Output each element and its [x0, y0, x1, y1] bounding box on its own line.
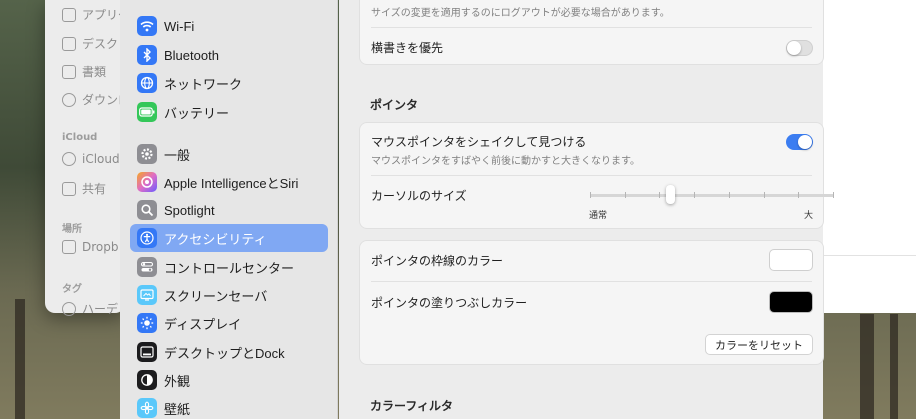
finder-section-header: タグ: [62, 284, 82, 295]
slider-tick: [590, 192, 591, 198]
shake-to-locate-label: マウスポインタをシェイクして見つける: [371, 135, 587, 149]
finder-sidebar-item[interactable]: 書類: [62, 63, 106, 80]
desktop-tree: [890, 314, 898, 419]
finder-window: アプリケ デスクト 書類 ダウンロ iCloud iCloud 共有 場所 Dr…: [45, 0, 130, 316]
outline-color-well[interactable]: [769, 249, 813, 271]
magnifier-icon: [137, 200, 157, 220]
slider-tick: [659, 192, 661, 198]
divider: [371, 27, 812, 28]
accessibility-pane: サイズの変更を適用するのにログアウトが必要な場合があります。 横書きを優先 ポイ…: [339, 0, 834, 419]
slider-tick: [728, 192, 730, 198]
sidebar-item-accessibility[interactable]: アクセシビリティ: [130, 224, 328, 252]
sidebar-item-wallpaper[interactable]: 壁紙: [130, 394, 328, 419]
prefer-horizontal-label: 横書きを優先: [371, 41, 444, 55]
screensaver-icon: [137, 285, 157, 305]
fill-color-label: ポインタの塗りつぶしカラー: [371, 296, 528, 310]
sidebar-item-desktop-dock[interactable]: デスクトップとDock: [130, 338, 328, 366]
finder-sidebar-item[interactable]: Dropb: [62, 240, 119, 254]
sidebar-item-network[interactable]: ネットワーク: [130, 69, 328, 97]
cloud-icon: [62, 152, 76, 166]
pointer-section-title: ポインタ: [370, 98, 419, 112]
divider: [823, 255, 916, 256]
accessibility-icon: [137, 228, 157, 248]
finder-section-header: 場所: [62, 224, 82, 235]
battery-icon: [137, 102, 157, 122]
color-filter-section-title: カラーフィルタ: [370, 399, 454, 413]
background-window: [823, 0, 916, 313]
sidebar-item-spotlight[interactable]: Spotlight: [130, 196, 328, 224]
tag-icon: [62, 301, 76, 316]
sidebar-item-wifi[interactable]: Wi-Fi: [130, 12, 328, 40]
text-settings-card: サイズの変更を適用するのにログアウトが必要な場合があります。 横書きを優先: [359, 0, 824, 65]
sidebar-item-appearance[interactable]: 外観: [130, 366, 328, 394]
pointer-card: マウスポインタをシェイクして見つける マウスポインタをすばやく前後に動かすと大き…: [359, 122, 834, 229]
shake-to-locate-description: マウスポインタをすばやく前後に動かすと大きくなります。: [371, 156, 640, 167]
finder-sidebar-item[interactable]: ハーデ: [62, 300, 118, 317]
gear-icon: [137, 144, 157, 164]
wallpaper-icon: [137, 398, 157, 418]
finder-sidebar-item[interactable]: 共有: [62, 180, 106, 197]
cursor-size-slider-knob[interactable]: [666, 185, 676, 204]
slider-max-label: 大: [803, 210, 813, 220]
prefer-horizontal-toggle[interactable]: [786, 40, 813, 56]
desktop-tree: [15, 299, 25, 419]
finder-section-header: iCloud: [62, 132, 98, 143]
shake-to-locate-toggle[interactable]: [786, 134, 813, 150]
siri-icon: [137, 172, 157, 192]
shared-folder-icon: [62, 181, 76, 196]
sidebar-item-battery[interactable]: バッテリー: [130, 98, 328, 126]
fill-color-well[interactable]: [769, 291, 813, 313]
sidebar-item-apple-intelligence[interactable]: Apple IntelligenceとSiri: [130, 168, 328, 196]
slider-tick: [694, 192, 696, 198]
sidebar-item-screensaver[interactable]: スクリーンセーバ: [130, 281, 328, 309]
finder-sidebar-item[interactable]: iCloud: [62, 152, 120, 166]
wifi-icon: [137, 16, 157, 36]
desktop-tree: [860, 314, 874, 419]
desktop-icon: [62, 36, 76, 51]
control-center-icon: [137, 257, 157, 277]
bluetooth-icon: [137, 45, 157, 65]
reset-color-button[interactable]: カラーをリセット: [705, 334, 813, 355]
dropbox-icon: [62, 240, 76, 254]
slider-tick: [763, 192, 765, 198]
outline-color-label: ポインタの枠線のカラー: [371, 254, 504, 268]
sidebar-item-general[interactable]: 一般: [130, 140, 328, 168]
pointer-color-card: ポインタの枠線のカラー ポインタの塗りつぶしカラー カラーをリセット: [359, 240, 824, 365]
slider-tick: [798, 192, 800, 198]
dock-icon: [137, 342, 157, 362]
app-icon: [62, 7, 76, 22]
toggle-knob: [787, 41, 801, 55]
divider: [371, 281, 812, 282]
document-icon: [62, 64, 76, 79]
sidebar-item-control-center[interactable]: コントロールセンター: [130, 253, 328, 281]
sidebar-item-bluetooth[interactable]: Bluetooth: [130, 41, 328, 69]
toggle-knob: [798, 135, 812, 149]
slider-tick: [624, 192, 626, 198]
slider-min-label: 通常: [589, 210, 608, 220]
divider: [371, 175, 812, 176]
sidebar-item-display[interactable]: ディスプレイ: [130, 309, 328, 337]
appearance-icon: [137, 370, 157, 390]
logout-note: サイズの変更を適用するのにログアウトが必要な場合があります。: [371, 8, 670, 19]
download-icon: [62, 92, 76, 107]
slider-tick: [833, 192, 834, 198]
settings-sidebar: Wi-Fi Bluetooth ネットワーク バッテリー 一般 Apple In…: [120, 0, 338, 419]
globe-icon: [137, 73, 157, 93]
sun-icon: [137, 313, 157, 333]
